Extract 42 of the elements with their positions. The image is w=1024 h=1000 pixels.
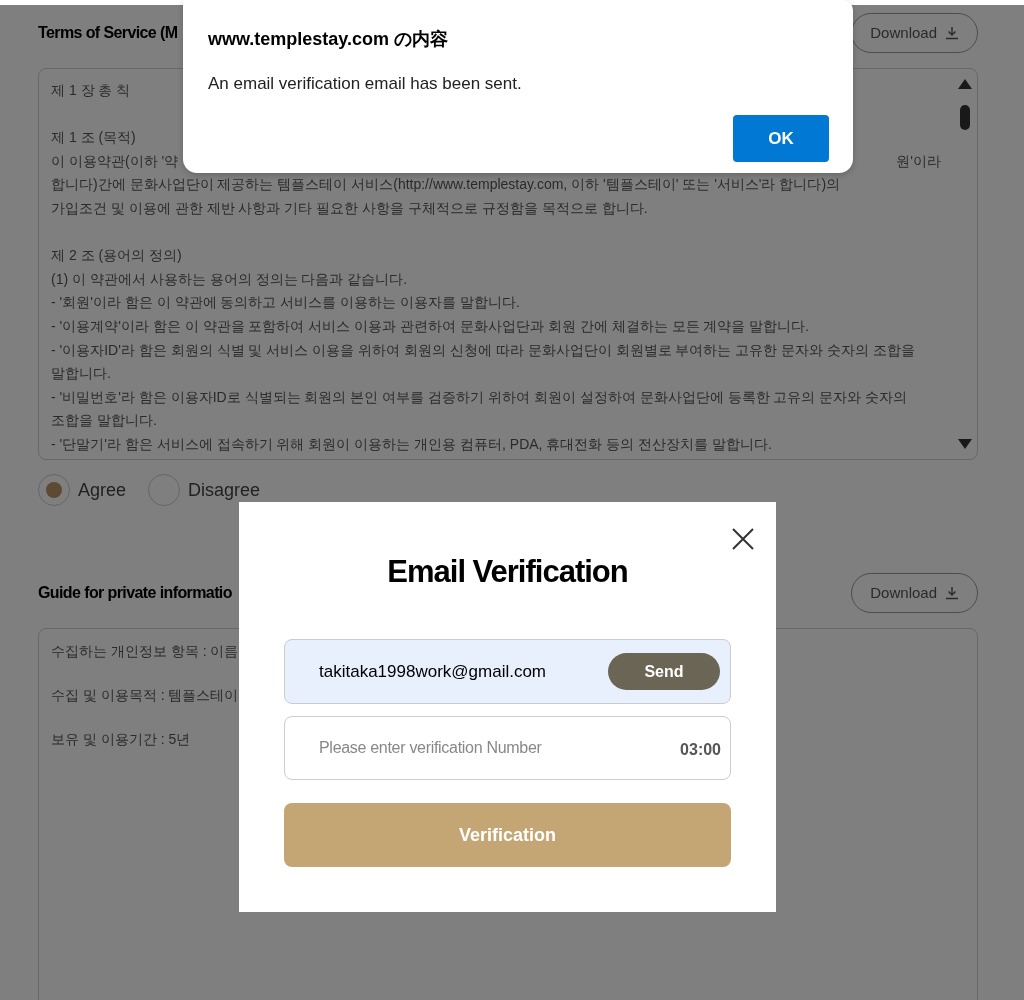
- alert-message: An email verification email has been sent.: [208, 73, 523, 95]
- modal-title: Email Verification: [386, 553, 629, 591]
- countdown-timer: 03:00: [680, 740, 721, 760]
- terms-text-line: 원'이라: [896, 151, 941, 171]
- section-title: Guide for private informatio: [38, 583, 232, 603]
- terms-text-line: 제 1 장 총 칙: [51, 82, 131, 98]
- alert-title: www.templestay.com の内容: [208, 28, 450, 51]
- radio-button[interactable]: [148, 474, 181, 506]
- ok-button[interactable]: OK: [733, 115, 829, 162]
- radio-button[interactable]: [38, 474, 70, 506]
- terms-text-line: (1) 이 약관에서 사용하는 용어의 정의는 다음과 같습니다.: [51, 270, 408, 287]
- radio-label: Disagree: [188, 478, 261, 502]
- terms-text-line: - '비밀번호'라 함은 이용자ID로 식별되는 회원의 본인 여부를 검증하기 위하여 회원이 설정하여 문화사업단에 등록한 고유의 문자와 숫자의: [51, 388, 908, 405]
- verification-button[interactable]: Verification: [284, 803, 731, 867]
- scroll-up-icon[interactable]: [958, 79, 972, 89]
- download-icon: [945, 26, 959, 40]
- section-title: Terms of Service (M: [38, 23, 178, 43]
- email-field[interactable]: takitaka1998work@gmail.com Send: [284, 639, 731, 704]
- terms-text-line: 조합을 말합니다.: [51, 412, 157, 429]
- terms-text-line: - '단말기'라 함은 서비스에 접속하기 위해 회원이 이용하는 개인용 컴퓨터, PDA, 휴대전화 등의 전산장치를 말합니다.: [51, 435, 772, 452]
- terms-text-line: - '이용자ID'라 함은 회원의 식별 및 서비스 이용을 위하여 회원의 신청에 따라 문화사업단이 회원별로 부여하는 고유한 문자와 숫자의 조합을: [51, 341, 916, 358]
- close-button[interactable]: [730, 526, 756, 552]
- download-button[interactable]: Download: [851, 573, 978, 613]
- terms-text-line: 말합니다.: [51, 365, 111, 382]
- terms-text-line: - '회원'이라 함은 이 약관에 동의하고 서비스를 이용하는 이용자를 말합니다.: [51, 294, 520, 311]
- scrollbar[interactable]: [957, 79, 973, 449]
- privacy-text-line: 수집 및 이용목적 : 템플스테이: [51, 687, 239, 703]
- radio-label: Agree: [78, 478, 127, 502]
- scroll-down-icon[interactable]: [958, 439, 972, 449]
- close-icon: [732, 528, 754, 550]
- scroll-thumb[interactable]: [960, 105, 970, 130]
- terms-text-line: 제 2 조 (용어의 정의): [51, 247, 182, 264]
- terms-text-line: 가입조건 및 이용에 관한 제반 사항과 기타 필요한 사항을 구체적으로 규정함을 목적으로 합니다.: [51, 199, 648, 216]
- send-button[interactable]: Send: [608, 653, 720, 690]
- privacy-text-line: 수집하는 개인정보 항목 : 이름: [51, 643, 239, 659]
- download-button[interactable]: Download: [851, 13, 978, 53]
- terms-text-line: 이 이용약관(이하 '약: [51, 151, 179, 171]
- download-icon: [945, 586, 959, 600]
- privacy-text-line: 보유 및 이용기간 : 5년: [51, 731, 191, 747]
- terms-text-line: 제 1 조 (목적): [51, 129, 136, 146]
- terms-text-line: 합니다)간에 문화사업단이 제공하는 템플스테이 서비스(http://www.templestay.com, 이하 '템플스테이' 또는 '서비스'라 합니다)의: [51, 176, 841, 193]
- terms-text-line: - '이용계약'이라 함은 이 약관을 포함하여 서비스 이용과 관련하여 문화사업단과 회원 간에 체결하는 모든 계약을 말합니다.: [51, 317, 810, 334]
